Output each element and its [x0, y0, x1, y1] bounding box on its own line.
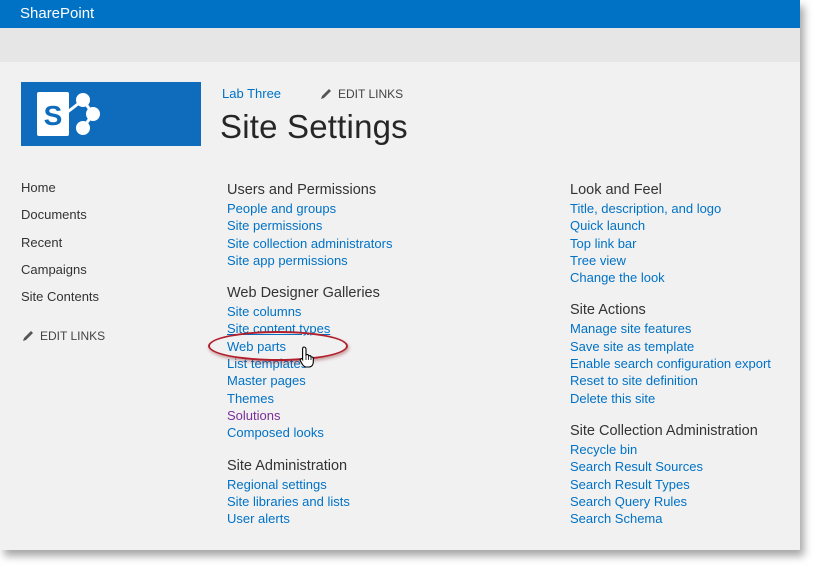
quicklaunch-site-contents[interactable]: Site Contents: [21, 289, 99, 316]
quicklaunch-documents[interactable]: Documents: [21, 207, 99, 234]
sharepoint-logo-icon: S: [37, 92, 100, 136]
left-edit-links[interactable]: EDIT LINKS: [22, 329, 105, 343]
section-title: Site Administration: [227, 457, 348, 474]
link-change-the-look[interactable]: Change the look: [570, 269, 771, 286]
link-people-and-groups[interactable]: People and groups: [227, 200, 392, 217]
section-title: Site Actions: [570, 302, 646, 319]
quicklaunch-campaigns[interactable]: Campaigns: [21, 262, 99, 289]
hand-cursor-icon: [299, 346, 315, 373]
link-themes[interactable]: Themes: [227, 390, 392, 407]
link-composed-looks[interactable]: Composed looks: [227, 424, 392, 441]
quick-launch: Home Documents Recent Campaigns Site Con…: [21, 180, 99, 316]
link-manage-site-features[interactable]: Manage site features: [570, 320, 771, 337]
section-site-actions: Site Actions Manage site features Save s…: [570, 301, 771, 406]
pencil-icon: [321, 89, 331, 99]
section-title: Web Designer Galleries: [227, 285, 380, 302]
section-site-collection-administration: Site Collection Administration Recycle b…: [570, 422, 771, 527]
section-title: Users and Permissions: [227, 182, 377, 198]
pencil-icon: [23, 331, 33, 341]
link-site-permissions[interactable]: Site permissions: [227, 217, 392, 234]
link-site-app-permissions[interactable]: Site app permissions: [227, 252, 392, 269]
section-look-and-feel: Look and Feel Title, description, and lo…: [570, 181, 771, 286]
svg-text:S: S: [44, 100, 63, 131]
link-quick-launch[interactable]: Quick launch: [570, 217, 771, 234]
link-master-pages[interactable]: Master pages: [227, 372, 392, 389]
link-site-collection-administrators[interactable]: Site collection administrators: [227, 235, 392, 252]
link-site-columns[interactable]: Site columns: [227, 303, 392, 320]
settings-column-right: Look and Feel Title, description, and lo…: [570, 181, 771, 542]
link-delete-this-site[interactable]: Delete this site: [570, 390, 771, 407]
suite-bar-brand[interactable]: SharePoint: [20, 5, 94, 22]
link-search-query-rules[interactable]: Search Query Rules: [570, 493, 771, 510]
link-save-site-as-template[interactable]: Save site as template: [570, 338, 771, 355]
link-regional-settings[interactable]: Regional settings: [227, 476, 392, 493]
link-tree-view[interactable]: Tree view: [570, 252, 771, 269]
top-edit-links[interactable]: EDIT LINKS: [320, 87, 403, 101]
browser-frame: SharePoint S Lab Three EDIT LINKS Site S…: [0, 0, 800, 550]
page-title: Site Settings: [220, 108, 408, 145]
link-title-description-logo[interactable]: Title, description, and logo: [570, 200, 771, 217]
link-search-result-sources[interactable]: Search Result Sources: [570, 458, 771, 475]
suite-bar: SharePoint: [0, 0, 800, 28]
link-site-libraries-and-lists[interactable]: Site libraries and lists: [227, 493, 392, 510]
link-user-alerts[interactable]: User alerts: [227, 510, 392, 527]
link-recycle-bin[interactable]: Recycle bin: [570, 441, 771, 458]
section-users-permissions: Users and Permissions People and groups …: [227, 181, 392, 269]
section-site-administration: Site Administration Regional settings Si…: [227, 457, 392, 528]
link-search-schema[interactable]: Search Schema: [570, 510, 771, 527]
breadcrumb-site-link[interactable]: Lab Three: [222, 86, 281, 101]
top-edit-links-label: EDIT LINKS: [338, 87, 404, 101]
link-solutions[interactable]: Solutions: [227, 407, 392, 424]
quicklaunch-home[interactable]: Home: [21, 180, 99, 207]
link-reset-to-site-definition[interactable]: Reset to site definition: [570, 372, 771, 389]
link-site-content-types[interactable]: Site content types: [227, 320, 392, 337]
section-title: Site Collection Administration: [570, 422, 758, 439]
site-logo[interactable]: S: [21, 82, 201, 146]
link-search-result-types[interactable]: Search Result Types: [570, 476, 771, 493]
link-top-link-bar[interactable]: Top link bar: [570, 235, 771, 252]
ribbon-bar: [0, 28, 800, 62]
link-enable-search-config-export[interactable]: Enable search configuration export: [570, 355, 771, 372]
quicklaunch-recent[interactable]: Recent: [21, 235, 99, 262]
left-edit-links-label: EDIT LINKS: [40, 329, 106, 343]
section-title: Look and Feel: [570, 182, 662, 198]
